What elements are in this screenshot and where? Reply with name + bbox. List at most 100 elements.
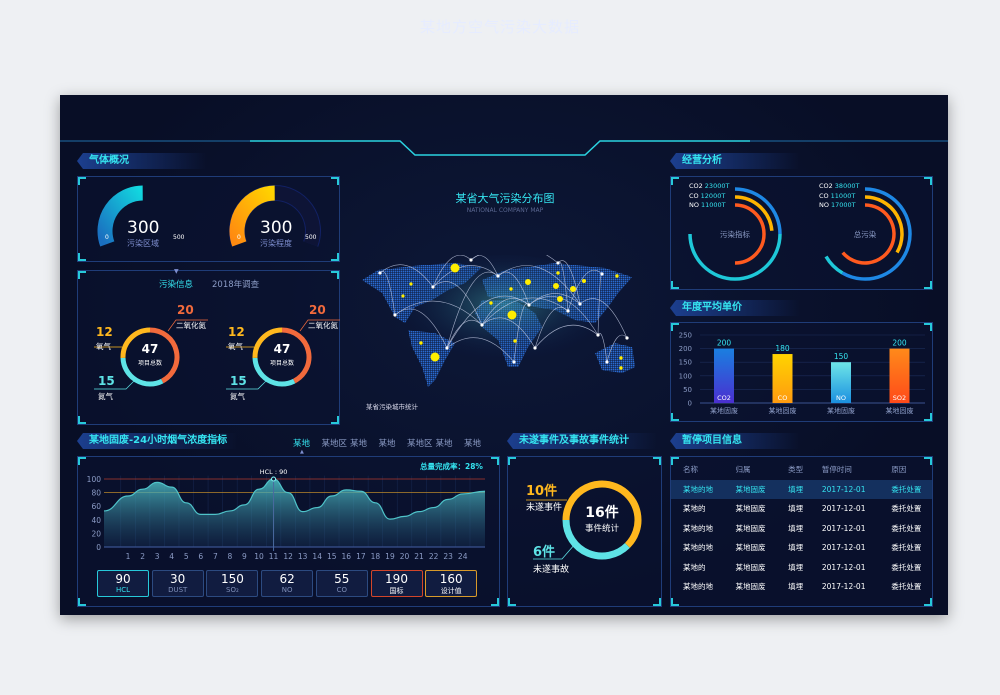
city-node xyxy=(445,346,449,350)
ring-center-label: 污染指标 xyxy=(720,230,750,239)
metric-value: 90 xyxy=(115,572,131,586)
pollution-point xyxy=(556,271,560,275)
table-cell: 某地固废 xyxy=(735,523,766,533)
table-row[interactable]: 某地的地 某地固废 填埋 2017-12-01 委托处置 xyxy=(671,519,932,539)
column-header[interactable]: 名称 xyxy=(671,460,724,480)
tab-region-5[interactable]: 某地 xyxy=(436,437,453,449)
tab-region-3[interactable]: 某地 xyxy=(379,437,396,449)
tab-region-0[interactable]: 某地 xyxy=(293,437,310,449)
tooltip-label: HCL : 90 xyxy=(260,468,288,476)
tooltip-point xyxy=(271,476,277,482)
continent xyxy=(595,343,635,373)
donut-charts xyxy=(94,319,340,390)
city-node xyxy=(393,313,397,317)
events-accident-value: 6件 xyxy=(533,545,556,560)
table-cell: 2017-12-01 xyxy=(821,523,866,533)
table-cell: 某地固废 xyxy=(735,504,766,514)
city-node xyxy=(605,360,609,364)
metric-value: 62 xyxy=(279,572,295,586)
x-tick-label: 24 xyxy=(458,552,468,561)
x-tick-label: 19 xyxy=(385,552,395,561)
oxygen-value: 12 xyxy=(96,325,113,339)
pollution-point xyxy=(489,301,493,305)
metric-label: 国标 xyxy=(389,587,404,595)
legend-name: CO xyxy=(819,191,829,200)
x-tick-label: 5 xyxy=(184,552,189,561)
section-business: 经营分析 xyxy=(670,153,800,169)
x-category-label: 某地固废 xyxy=(769,406,797,415)
no2-label: 二氧化氮 xyxy=(308,321,338,330)
table-cell: 委托处置 xyxy=(891,582,922,592)
city-node xyxy=(496,274,500,278)
x-tick-label: 22 xyxy=(429,552,439,561)
tab-region-6[interactable]: 某地 xyxy=(464,437,481,449)
column-header[interactable]: 类型 xyxy=(776,460,810,480)
gauge-2-min: 0 xyxy=(237,234,241,241)
ring-arc-co2 xyxy=(734,187,782,235)
metric-label: HCL xyxy=(115,586,131,594)
no2-label: 二氧化氮 xyxy=(176,321,206,330)
legend-name: CO2 xyxy=(819,182,833,190)
x-tick-label: 20 xyxy=(400,552,410,561)
city-node xyxy=(566,309,570,313)
tab-region-1[interactable]: 某地区 xyxy=(322,437,348,449)
x-tick-label: 3 xyxy=(155,552,160,561)
table-row[interactable]: 某地的 某地固废 填埋 2017-12-01 委托处置 xyxy=(671,558,932,578)
y-tick-label: 100 xyxy=(87,475,102,484)
metric-value: 30 xyxy=(170,572,186,586)
x-tick-label: 21 xyxy=(414,552,424,561)
x-tick-label: 11 xyxy=(269,552,279,561)
table-row[interactable]: 某地的 某地固废 填埋 2017-12-01 委托处置 xyxy=(671,499,932,519)
metric-box-3[interactable]: 62 NO xyxy=(261,570,314,597)
events-attempted-label: 未遂事件 xyxy=(526,503,563,513)
legend-value: 17000T xyxy=(830,201,856,209)
table-cell: 某地的地 xyxy=(683,543,713,553)
table-row[interactable]: 某地的地 某地固废 填埋 2017-12-01 委托处置 xyxy=(671,538,932,558)
metric-box-6[interactable]: 160 设计值 xyxy=(425,570,478,597)
table-row[interactable]: 某地的地 某地固废 填埋 2017-12-01 委托处置 xyxy=(671,479,932,499)
column-header[interactable]: 暂停时间 xyxy=(810,460,880,480)
metric-box-5[interactable]: 190 国标 xyxy=(370,570,423,597)
nitrogen-value: 15 xyxy=(230,374,247,388)
table-cell: 填埋 xyxy=(788,523,804,533)
table-cell: 某地的 xyxy=(683,504,706,514)
pollution-point xyxy=(507,310,517,320)
column-header[interactable]: 原因 xyxy=(879,460,932,480)
world-map[interactable] xyxy=(355,255,655,390)
table-row[interactable]: 某地的地 某地固废 填埋 2017-12-01 委托处置 xyxy=(671,577,932,597)
ring-legend-item: CO2 38000T xyxy=(819,182,859,190)
metric-box-2[interactable]: 150 SO₂ xyxy=(206,570,259,597)
section-events: 未遂事件及事故事件统计 xyxy=(507,433,657,449)
pollution-point xyxy=(509,287,513,291)
tab-region-2[interactable]: 某地 xyxy=(350,437,367,449)
table-cell: 填埋 xyxy=(788,562,804,572)
table-cell: 委托处置 xyxy=(879,479,932,499)
table-cell: 某地的地 xyxy=(671,479,724,499)
gauge-1-value: 300 xyxy=(127,218,160,238)
x-tick-label: 17 xyxy=(356,552,366,561)
x-tick-label: 23 xyxy=(443,552,453,561)
tab-region-4[interactable]: 某地区 xyxy=(407,437,433,449)
donut-total: 47 xyxy=(273,342,291,356)
y-tick-label: 200 xyxy=(679,345,692,353)
table-cell: 2017-12-01 xyxy=(821,562,866,572)
events-accident-label: 未遂事故 xyxy=(533,565,570,575)
metric-box-4[interactable]: 55 CO xyxy=(315,570,368,597)
city-node xyxy=(578,302,582,306)
metric-box-0[interactable]: 90 HCL xyxy=(97,570,149,597)
y-tick-label: 250 xyxy=(679,332,692,340)
events-attempted-value: 10件 xyxy=(526,484,558,499)
pollution-point xyxy=(570,286,576,292)
donut-total-label: 项目总数 xyxy=(137,360,162,367)
column-header[interactable]: 归属 xyxy=(724,460,777,480)
metric-box-1[interactable]: 30 DUST xyxy=(151,570,204,597)
table-cell: 填埋 xyxy=(776,479,810,499)
city-node xyxy=(480,323,484,327)
y-tick-label: 100 xyxy=(679,372,692,380)
no2-value: 20 xyxy=(309,303,326,317)
y-tick-label: 0 xyxy=(96,543,101,552)
area-chart[interactable]: 0204060801001 2 3 4 5 6 7 8 9 10 11 12 13 14 15 16 17 18 1… xyxy=(77,456,500,566)
ring-legend-item: NO 17000T xyxy=(819,201,856,209)
gauge-2-label: 污染程度 xyxy=(260,239,292,248)
table-cell: 填埋 xyxy=(788,504,804,514)
